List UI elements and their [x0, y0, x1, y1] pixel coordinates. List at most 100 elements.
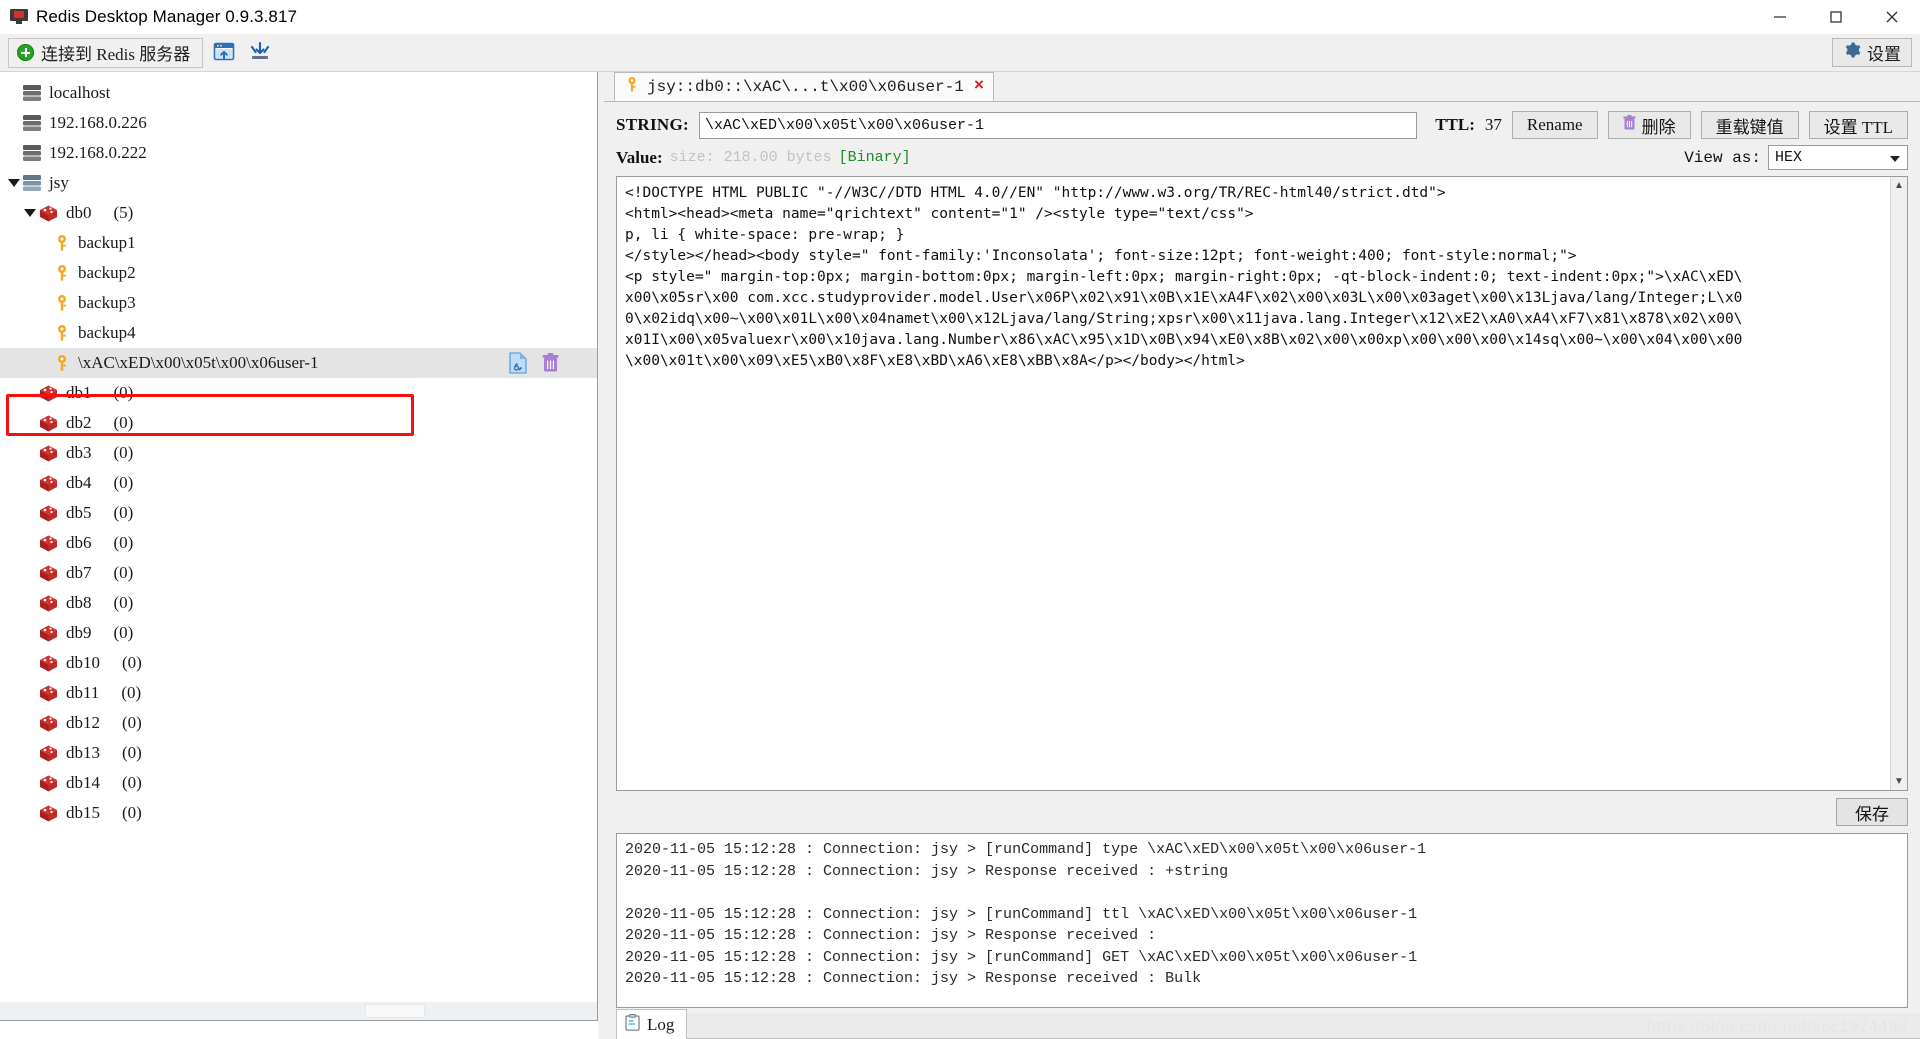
sidebar-item-count: (0): [113, 533, 134, 552]
sidebar-item-localhost[interactable]: localhost: [0, 78, 597, 108]
copy-key-icon[interactable]: [508, 352, 528, 379]
value-editor[interactable]: <!DOCTYPE HTML PUBLIC "-//W3C//DTD HTML …: [617, 177, 1890, 790]
database-icon: [38, 474, 66, 493]
tab-key-detail[interactable]: jsy::db0::\xAC\...t\x00\x06user-1 ×: [614, 72, 995, 101]
editor-line: x01I\x00\x05valuexr\x00\x10java.lang.Num…: [625, 332, 1743, 348]
close-icon[interactable]: [1864, 0, 1920, 34]
scrollbar-thumb[interactable]: [365, 1004, 425, 1018]
sidebar-item-label: backup4: [78, 323, 136, 342]
view-as-select[interactable]: HEX: [1768, 145, 1908, 170]
tree-horizontal-scrollbar[interactable]: [0, 1002, 597, 1020]
view-as-label: View as:: [1684, 148, 1761, 167]
bottom-tabstrip: Log https://blog.csdn.net/xcc1974494: [604, 1008, 1920, 1039]
sidebar-item-db6[interactable]: db6 (0): [0, 528, 597, 558]
save-row: 保存: [604, 791, 1920, 833]
database-icon: [38, 384, 66, 403]
watermark-text: https://blog.csdn.net/xcc1974494: [1646, 1017, 1908, 1036]
sidebar-item-db10[interactable]: db10 (0): [0, 648, 597, 678]
close-icon[interactable]: ×: [974, 77, 984, 96]
log-line: 2020-11-05 15:12:28 : Connection: jsy > …: [625, 970, 1202, 987]
editor-line: <!DOCTYPE HTML PUBLIC "-//W3C//DTD HTML …: [625, 185, 1446, 201]
import-connections-icon[interactable]: [209, 38, 239, 68]
export-connections-icon[interactable]: [245, 38, 275, 68]
sidebar-item-label: db14: [66, 773, 100, 792]
gear-icon: [1843, 41, 1861, 64]
expander-arrow-icon[interactable]: [22, 209, 38, 217]
sidebar-item-db13[interactable]: db13 (0): [0, 738, 597, 768]
sidebar-item-label: db5: [66, 503, 92, 522]
settings-button[interactable]: 设置: [1832, 38, 1912, 67]
save-button[interactable]: 保存: [1836, 798, 1908, 826]
scroll-down-arrow[interactable]: ▼: [1890, 773, 1907, 790]
sidebar-item-xac-xed-x00-x05t-x00-x06user-1[interactable]: \xAC\xED\x00\x05t\x00\x06user-1: [0, 348, 597, 378]
database-icon: [38, 654, 66, 673]
view-as-group: View as: HEX: [1684, 145, 1908, 170]
sidebar-item-count: (0): [113, 443, 134, 462]
sidebar-item-db9[interactable]: db9 (0): [0, 618, 597, 648]
window-title: Redis Desktop Manager 0.9.3.817: [36, 6, 298, 26]
editor-vertical-scrollbar[interactable]: ▲ ▼: [1890, 177, 1907, 790]
sidebar-item-192-168-0-222[interactable]: 192.168.0.222: [0, 138, 597, 168]
sidebar-item-db4[interactable]: db4 (0): [0, 468, 597, 498]
delete-label: 删除: [1641, 117, 1676, 137]
key-icon: [54, 234, 78, 252]
sidebar-item-db12[interactable]: db12 (0): [0, 708, 597, 738]
value-binary-badge: [Binary]: [838, 149, 911, 166]
ttl-label: TTL:: [1435, 115, 1475, 134]
database-icon: [38, 804, 66, 823]
tab-log[interactable]: Log: [616, 1009, 688, 1039]
sidebar-item-label: db13: [66, 743, 100, 762]
sidebar-item-db2[interactable]: db2 (0): [0, 408, 597, 438]
reload-label: 重载键值: [1715, 117, 1784, 137]
view-as-value: HEX: [1775, 149, 1803, 166]
trash-icon: [1623, 115, 1636, 135]
database-icon: [38, 624, 66, 643]
rename-label: Rename: [1526, 115, 1583, 134]
sidebar-item-db15[interactable]: db15 (0): [0, 798, 597, 828]
expander-arrow-icon[interactable]: [6, 179, 22, 187]
sidebar-item-db14[interactable]: db14 (0): [0, 768, 597, 798]
log-line: 2020-11-05 15:12:28 : Connection: jsy > …: [625, 948, 1418, 966]
database-icon: [38, 564, 66, 583]
delete-key-icon[interactable]: [542, 353, 559, 378]
sidebar-item-label: db10: [66, 653, 100, 672]
connect-to-redis-server-button[interactable]: 连接到 Redis 服务器: [8, 37, 204, 68]
connections-tree: localhost 192.168.0.226 192.168.0.222 jsy db…: [0, 72, 597, 828]
sidebar-item-db3[interactable]: db3 (0): [0, 438, 597, 468]
sidebar-item-db8[interactable]: db8 (0): [0, 588, 597, 618]
sidebar-item-label: localhost: [49, 83, 111, 102]
delete-key-button[interactable]: 删除: [1607, 111, 1691, 139]
sidebar-item-count: (0): [122, 653, 142, 672]
reload-value-button[interactable]: 重载键值: [1700, 111, 1799, 139]
editor-line: <p style=" margin-top:0px; margin-bottom…: [625, 269, 1743, 285]
rename-button[interactable]: Rename: [1511, 111, 1598, 139]
sidebar-item-backup1[interactable]: backup1: [0, 228, 597, 258]
sidebar-item-label: db12: [66, 713, 100, 732]
clipboard-icon: [625, 1013, 640, 1036]
sidebar-item-db5[interactable]: db5 (0): [0, 498, 597, 528]
settings-label: 设置: [1867, 45, 1901, 64]
maximize-icon[interactable]: [1808, 0, 1864, 34]
key-icon: [54, 264, 78, 282]
sidebar-item-192-168-0-226[interactable]: 192.168.0.226: [0, 108, 597, 138]
key-icon: [54, 294, 78, 312]
scroll-up-arrow[interactable]: ▲: [1890, 177, 1907, 194]
set-ttl-button[interactable]: 设置 TTL: [1808, 111, 1908, 139]
sidebar-item-count: (0): [113, 473, 134, 492]
sidebar-item-label: db15: [66, 803, 100, 822]
editor-line: p, li { white-space: pre-wrap; }: [625, 227, 905, 243]
sidebar-item-backup2[interactable]: backup2: [0, 258, 597, 288]
sidebar-item-count: (0): [113, 563, 134, 582]
sidebar-item-backup3[interactable]: backup3: [0, 288, 597, 318]
log-output[interactable]: 2020-11-05 15:12:28 : Connection: jsy > …: [616, 833, 1908, 1008]
sidebar-item-db1[interactable]: db1 (0): [0, 378, 597, 408]
sidebar-item-jsy[interactable]: jsy: [0, 168, 597, 198]
sidebar-item-backup4[interactable]: backup4: [0, 318, 597, 348]
key-name-input[interactable]: [698, 111, 1418, 139]
log-tab-label: Log: [647, 1014, 675, 1034]
minimize-icon[interactable]: [1752, 0, 1808, 34]
sidebar-item-db7[interactable]: db7 (0): [0, 558, 597, 588]
sidebar-item-db11[interactable]: db11 (0): [0, 678, 597, 708]
sidebar-item-count: (0): [122, 803, 142, 822]
sidebar-item-db0[interactable]: db0 (5): [0, 198, 597, 228]
